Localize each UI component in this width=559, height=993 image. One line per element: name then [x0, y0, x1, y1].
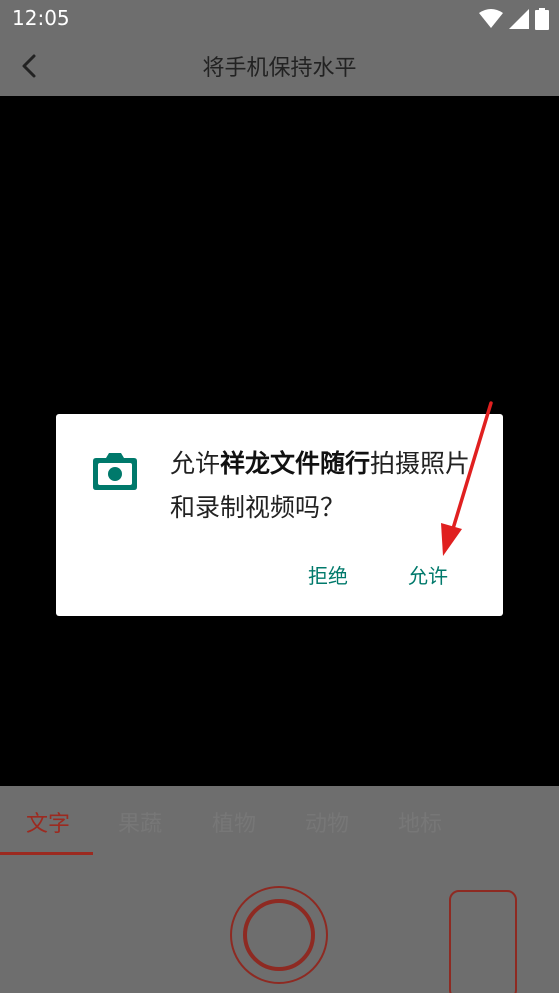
app-header: 将手机保持水平: [0, 38, 559, 96]
active-tab-indicator: [0, 852, 93, 855]
category-tabs: 文字 果蔬 植物 动物 地标: [0, 786, 559, 856]
page-title: 将手机保持水平: [202, 56, 357, 81]
camera-icon: [93, 453, 137, 490]
bottom-panel: 文字 果蔬 植物 动物 地标: [0, 786, 559, 993]
tab-plants[interactable]: 植物: [212, 806, 256, 838]
status-time: 12:05: [12, 6, 70, 30]
gallery-button[interactable]: [449, 890, 517, 993]
status-icons: [479, 8, 549, 30]
battery-icon: [535, 8, 549, 30]
deny-button[interactable]: 拒绝: [308, 560, 348, 589]
shutter-button[interactable]: [230, 886, 328, 984]
dialog-message: 允许祥龙文件随行拍摄照片和录制视频吗？: [170, 442, 490, 530]
tab-fruits-vegetables[interactable]: 果蔬: [118, 806, 162, 838]
tab-landmarks[interactable]: 地标: [398, 806, 442, 838]
signal-icon: [509, 9, 529, 29]
tab-text[interactable]: 文字: [26, 806, 70, 838]
permission-dialog: 允许祥龙文件随行拍摄照片和录制视频吗？ 拒绝 允许: [56, 414, 503, 616]
status-bar: 12:05: [0, 0, 559, 38]
app-name: 祥龙文件随行: [220, 449, 371, 478]
wifi-icon: [479, 9, 503, 28]
shutter-inner-ring: [243, 899, 315, 971]
allow-button[interactable]: 允许: [408, 560, 448, 589]
message-prefix: 允许: [170, 449, 221, 478]
tab-animals[interactable]: 动物: [305, 806, 349, 838]
